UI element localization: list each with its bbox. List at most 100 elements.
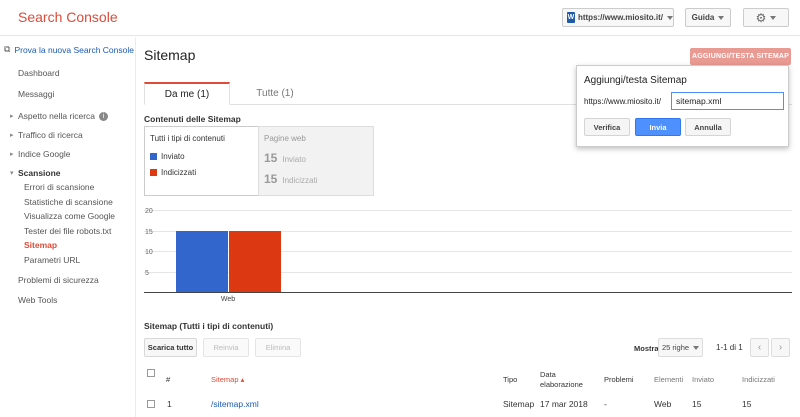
y-tick-label: 5 — [145, 269, 149, 277]
legend-label: Indicizzati — [161, 168, 197, 177]
row-number: 1 — [167, 399, 172, 409]
gear-icon: ⚙ — [755, 10, 767, 25]
chart-baseline — [144, 292, 792, 293]
sidebar: ⧉ Prova la nuova Search Console Dashboar… — [0, 37, 136, 417]
sitemap-url-input[interactable] — [671, 92, 784, 110]
sidebar-item-web-tools[interactable]: Web Tools — [18, 295, 57, 305]
sidebar-item-dashboard[interactable]: Dashboard — [18, 68, 60, 78]
tab-by-me[interactable]: Da me (1) — [144, 82, 230, 105]
row-type: Sitemap — [503, 399, 535, 409]
legend-label: Inviato — [161, 152, 185, 161]
column-header-issues[interactable]: Problemi — [604, 375, 634, 385]
sidebar-subitem-crawl-errors[interactable]: Errori di scansione — [24, 182, 94, 192]
row-submitted: 15 — [692, 399, 702, 409]
sidebar-new-console-label: Prova la nuova Search Console — [14, 44, 134, 55]
sidebar-subitem-url-parameters[interactable]: Parametri URL — [24, 255, 80, 265]
row-checkbox[interactable] — [147, 400, 155, 408]
chart-bar-indexed[interactable] — [229, 230, 281, 292]
select-all-checkbox[interactable] — [147, 369, 155, 377]
site-favicon-icon: W — [567, 12, 575, 23]
cancel-button[interactable]: Annulla — [685, 118, 731, 136]
stats-title: Pagine web — [264, 134, 306, 143]
column-header-processed-date[interactable]: Data elaborazione — [540, 370, 588, 390]
settings-button[interactable]: ⚙ — [743, 8, 789, 27]
y-tick-label: 10 — [145, 249, 153, 256]
row-issues: - — [604, 399, 607, 409]
info-icon[interactable]: i — [99, 112, 109, 122]
web-pages-stats[interactable]: Pagine web 15 Inviato 15 Indicizzati — [258, 126, 374, 196]
column-header-number: # — [166, 375, 171, 384]
legend-swatch — [150, 169, 157, 176]
sitemap-table-title: Sitemap (Tutti i tipi di contenuti) — [144, 321, 274, 331]
sidebar-item-google-index[interactable]: Indice Google — [18, 149, 70, 159]
previous-page-button[interactable]: ‹ — [750, 338, 769, 357]
stats-label: Inviato — [282, 155, 306, 164]
sidebar-item-messages[interactable]: Messaggi — [18, 89, 54, 99]
sidebar-subitem-fetch-as-google[interactable]: Visualizza come Google — [24, 211, 115, 221]
download-all-button[interactable]: Scarica tutto — [144, 338, 197, 357]
legend-swatch — [150, 153, 157, 160]
chevron-right-icon: › — [778, 342, 783, 353]
stats-label: Indicizzati — [282, 176, 318, 185]
sidebar-item-search-traffic[interactable]: Traffico di ricerca — [18, 130, 83, 140]
column-header-submitted[interactable]: Inviato — [692, 375, 714, 385]
site-selector-label: https://www.miosito.it/ — [577, 13, 663, 22]
chevron-right-icon: ▸ — [10, 132, 14, 139]
verify-button[interactable]: Verifica — [584, 118, 630, 136]
resubmit-button[interactable]: Reinvia — [203, 338, 249, 357]
brand-logo[interactable]: Search Console — [18, 9, 118, 25]
chevron-down-icon — [693, 345, 700, 350]
delete-button[interactable]: Elimina — [255, 338, 301, 357]
row-items: Web — [654, 399, 672, 409]
column-header-items[interactable]: Elementi — [654, 375, 683, 385]
column-header-sitemap[interactable]: Sitemap ▴ — [211, 375, 244, 385]
legend-item-indexed[interactable]: Indicizzati — [150, 168, 196, 177]
chart-legend[interactable]: Tutti i tipi di contenuti Inviato Indici… — [144, 126, 258, 196]
sidebar-subitem-sitemaps[interactable]: Sitemap — [24, 240, 57, 250]
chart-gridline — [144, 210, 792, 211]
popup-url-prefix: https://www.miosito.it/ — [584, 97, 661, 106]
chevron-down-icon: ▾ — [10, 170, 14, 177]
stats-row-indexed: 15 Indicizzati — [264, 172, 317, 186]
sidebar-item-security-issues[interactable]: Problemi di sicurezza — [18, 275, 99, 285]
y-tick-label: 20 — [145, 208, 153, 215]
sidebar-new-console-link[interactable]: ⧉ Prova la nuova Search Console — [4, 44, 134, 55]
stats-value: 15 — [264, 172, 278, 186]
chevron-right-icon: ▸ — [10, 151, 14, 158]
next-page-button[interactable]: › — [771, 338, 790, 357]
chevron-right-icon: ▸ — [10, 113, 14, 120]
chevron-down-icon — [718, 15, 725, 20]
column-header-indexed[interactable]: Indicizzati — [742, 375, 775, 385]
column-header-label: Sitemap — [211, 375, 239, 384]
external-link-icon: ⧉ — [4, 44, 11, 54]
legend-item-submitted[interactable]: Inviato — [150, 152, 185, 161]
add-test-sitemap-button[interactable]: AGGIUNGI/TESTA SITEMAP — [690, 48, 791, 65]
help-button[interactable]: Guida — [685, 8, 731, 27]
help-button-label: Guida — [691, 13, 715, 22]
sidebar-item-label: Aspetto nella ricerca — [18, 111, 96, 121]
sidebar-item-crawl[interactable]: Scansione — [18, 168, 61, 178]
legend-title: Tutti i tipi di contenuti — [150, 134, 225, 143]
submit-button[interactable]: Invia — [635, 118, 681, 136]
sitemap-contents-label: Contenuti delle Sitemap — [144, 114, 241, 124]
tab-all[interactable]: Tutte (1) — [232, 82, 318, 105]
stats-value: 15 — [264, 151, 278, 165]
sitemap-link[interactable]: /sitemap.xml — [211, 399, 259, 409]
show-rows-label: Mostra — [634, 344, 659, 353]
chart-bar-submitted[interactable] — [176, 230, 228, 292]
download-all-label: Scarica tutto — [147, 343, 194, 352]
site-selector[interactable]: W https://www.miosito.it/ — [562, 8, 674, 27]
rows-per-page-value: 25 righe — [661, 343, 690, 352]
sort-ascending-icon: ▴ — [240, 375, 245, 384]
rows-per-page-select[interactable]: 25 righe — [658, 338, 703, 357]
add-sitemap-popup: Aggiungi/testa Sitemap https://www.miosi… — [576, 65, 789, 147]
sidebar-subitem-robots-tester[interactable]: Tester dei file robots.txt — [24, 226, 111, 236]
x-category-label: Web — [220, 296, 236, 303]
column-header-type[interactable]: Tipo — [503, 375, 517, 385]
sidebar-subitem-crawl-stats[interactable]: Statistiche di scansione — [24, 197, 113, 207]
pagination-info: 1-1 di 1 — [716, 343, 743, 352]
chevron-left-icon: ‹ — [757, 342, 762, 353]
chevron-down-icon — [770, 15, 777, 20]
sidebar-item-search-appearance[interactable]: Aspetto nella ricerca i — [18, 111, 109, 122]
top-header: Search Console W https://www.miosito.it/… — [0, 0, 800, 36]
